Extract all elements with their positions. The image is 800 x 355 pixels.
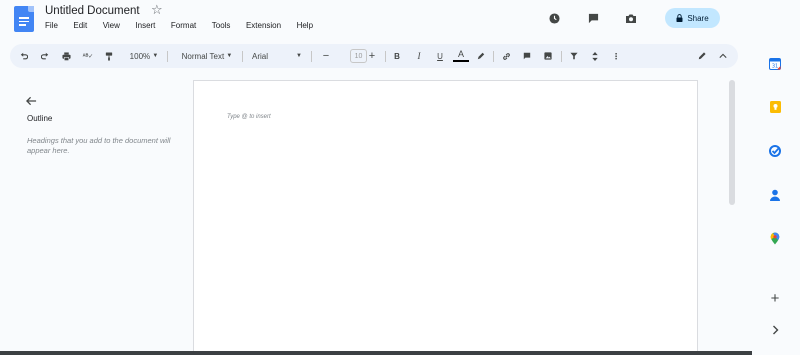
undo-icon[interactable] xyxy=(19,50,29,62)
toolbar-divider xyxy=(311,51,312,62)
print-icon[interactable] xyxy=(60,50,72,62)
zoom-value: 100% xyxy=(129,51,151,61)
maps-icon[interactable] xyxy=(769,232,781,244)
menu-extension[interactable]: Extension xyxy=(246,21,281,30)
outline-title: Outline xyxy=(27,114,53,123)
toolbar: ᴬᴮ✓ 100% ▼ Normal Text ▼ Arial ▼ − 10 + B… xyxy=(10,44,738,68)
menu-file[interactable]: File xyxy=(45,21,58,30)
decrease-font-size-icon[interactable]: − xyxy=(320,50,332,62)
star-icon[interactable]: ☆ xyxy=(151,2,163,18)
share-button[interactable]: Share xyxy=(665,8,720,28)
redo-icon[interactable] xyxy=(40,50,50,62)
toolbar-divider xyxy=(493,51,494,62)
svg-text:31: 31 xyxy=(772,64,778,70)
bottom-edge xyxy=(0,351,752,355)
menu-view[interactable]: View xyxy=(103,21,120,30)
chevron-down-icon: ▼ xyxy=(296,53,302,59)
font-select[interactable]: Arial ▼ xyxy=(252,50,302,62)
style-value: Normal Text xyxy=(181,51,225,61)
line-spacing-icon[interactable] xyxy=(589,50,601,62)
menu-bar: File Edit View Insert Format Tools Exten… xyxy=(45,21,329,30)
more-options-icon[interactable]: ⋮ xyxy=(610,50,622,62)
toolbar-divider xyxy=(167,51,168,62)
keep-icon[interactable] xyxy=(769,101,781,113)
filter-icon[interactable] xyxy=(568,50,580,62)
zoom-select[interactable]: 100% ▼ xyxy=(128,50,160,62)
calendar-icon[interactable]: 31 xyxy=(769,58,781,70)
history-icon[interactable] xyxy=(547,11,561,25)
italic-icon[interactable]: I xyxy=(414,50,424,62)
editing-mode-icon[interactable] xyxy=(696,50,708,62)
toolbar-divider xyxy=(385,51,386,62)
collapse-toolbar-icon[interactable] xyxy=(717,50,729,62)
increase-font-size-icon[interactable]: + xyxy=(366,50,378,62)
toolbar-divider xyxy=(561,51,562,62)
menu-insert[interactable]: Insert xyxy=(135,21,155,30)
add-addon-icon[interactable]: + xyxy=(769,290,781,307)
outline-hint: Headings that you add to the document wi… xyxy=(27,136,171,155)
document-page[interactable]: Type @ to insert xyxy=(193,80,698,355)
link-icon[interactable] xyxy=(500,50,512,62)
font-size-input[interactable]: 10 xyxy=(350,49,367,63)
docs-logo-icon[interactable] xyxy=(14,6,34,32)
menu-edit[interactable]: Edit xyxy=(73,21,87,30)
chevron-down-icon: ▼ xyxy=(226,53,233,59)
toolbar-divider xyxy=(242,51,243,62)
paint-format-icon[interactable] xyxy=(104,50,114,62)
lock-icon xyxy=(676,14,683,22)
highlight-pen-icon[interactable] xyxy=(476,50,486,62)
page-placeholder: Type @ to insert xyxy=(227,114,271,120)
insert-image-icon[interactable] xyxy=(542,50,554,62)
font-value: Arial xyxy=(252,51,269,61)
menu-format[interactable]: Format xyxy=(171,21,196,30)
chevron-right-icon[interactable] xyxy=(769,324,781,336)
spellcheck-icon[interactable]: ᴬᴮ✓ xyxy=(82,50,94,62)
menu-tools[interactable]: Tools xyxy=(212,21,231,30)
header: Untitled Document ☆ File Edit View Inser… xyxy=(0,0,752,40)
chevron-down-icon: ▼ xyxy=(152,53,159,59)
contacts-icon[interactable] xyxy=(769,189,781,201)
share-label: Share xyxy=(687,13,709,23)
document-title[interactable]: Untitled Document xyxy=(45,5,140,17)
underline-icon[interactable]: U xyxy=(435,50,445,62)
text-color-icon[interactable]: A xyxy=(453,50,469,62)
comment-icon[interactable] xyxy=(586,11,600,25)
tasks-icon[interactable] xyxy=(769,145,781,157)
bold-icon[interactable]: B xyxy=(392,50,402,62)
scrollbar-thumb[interactable] xyxy=(729,80,735,205)
paragraph-style-select[interactable]: Normal Text ▼ xyxy=(178,50,236,62)
menu-help[interactable]: Help xyxy=(297,21,313,30)
docs-app: Untitled Document ☆ File Edit View Inser… xyxy=(0,0,800,355)
back-arrow-icon[interactable] xyxy=(26,94,37,109)
add-comment-icon[interactable] xyxy=(521,50,533,62)
camera-icon[interactable] xyxy=(624,11,638,25)
